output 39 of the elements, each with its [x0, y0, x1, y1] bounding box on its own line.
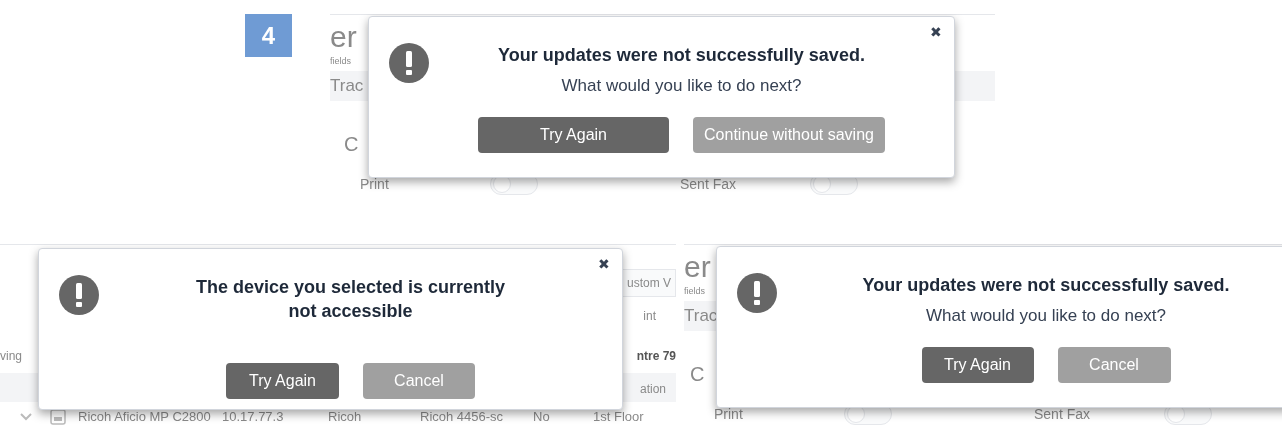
- cell-text: ving: [0, 348, 22, 365]
- table-cell-text: Ricoh Aficio MP C2800: [78, 408, 212, 427]
- header-cell-text: ation: [639, 381, 666, 398]
- dialog-title: Your updates were not successfully saved.: [862, 274, 1230, 297]
- dialog-title: The device you selected is currently not accessible: [194, 276, 507, 323]
- printer-icon: [50, 409, 66, 425]
- page-heading: er: [684, 249, 711, 285]
- close-button[interactable]: ✖: [930, 25, 942, 39]
- table-cell-text: Ricoh: [328, 408, 363, 427]
- column-header: ustom V: [622, 269, 676, 297]
- dialog-title: Your updates were not successfully saved.: [498, 44, 865, 67]
- page-heading: er: [330, 19, 357, 55]
- table-cell-text: Ricoh 4456-sc: [420, 408, 505, 427]
- cell-text: ntre 79: [636, 348, 676, 365]
- toggle-label: Print: [360, 174, 390, 194]
- toggle-label: Print: [714, 404, 744, 424]
- column-label: int: [643, 308, 656, 325]
- exclamation-icon: [389, 43, 429, 83]
- tab-label[interactable]: Trac: [684, 303, 718, 329]
- chevron-down-icon[interactable]: [20, 413, 32, 421]
- toggle-label: Sent Fax: [1034, 404, 1092, 424]
- page-subheading: fields: [330, 55, 351, 67]
- table-cell-text: 1st Floor: [593, 408, 644, 427]
- page-subheading: fields: [684, 285, 705, 297]
- close-button[interactable]: ✖: [598, 257, 610, 271]
- toggle-label: Sent Fax: [680, 174, 738, 194]
- try-again-button[interactable]: Try Again: [921, 347, 1034, 383]
- field-label: C: [344, 132, 359, 157]
- exclamation-icon: [59, 275, 99, 315]
- dialog-message: What would you like to do next?: [561, 75, 802, 97]
- table-cell-text: 10.17.77.3: [222, 408, 285, 427]
- exclamation-icon: [737, 273, 777, 313]
- field-label: C: [690, 362, 705, 387]
- try-again-button[interactable]: Try Again: [478, 117, 669, 153]
- table-cell-text: No: [533, 408, 551, 427]
- step-badge: 4: [245, 14, 292, 57]
- tab-label[interactable]: Trac: [330, 73, 364, 99]
- try-again-button[interactable]: Try Again: [226, 363, 339, 399]
- dialog-message: What would you like to do next?: [926, 305, 1166, 327]
